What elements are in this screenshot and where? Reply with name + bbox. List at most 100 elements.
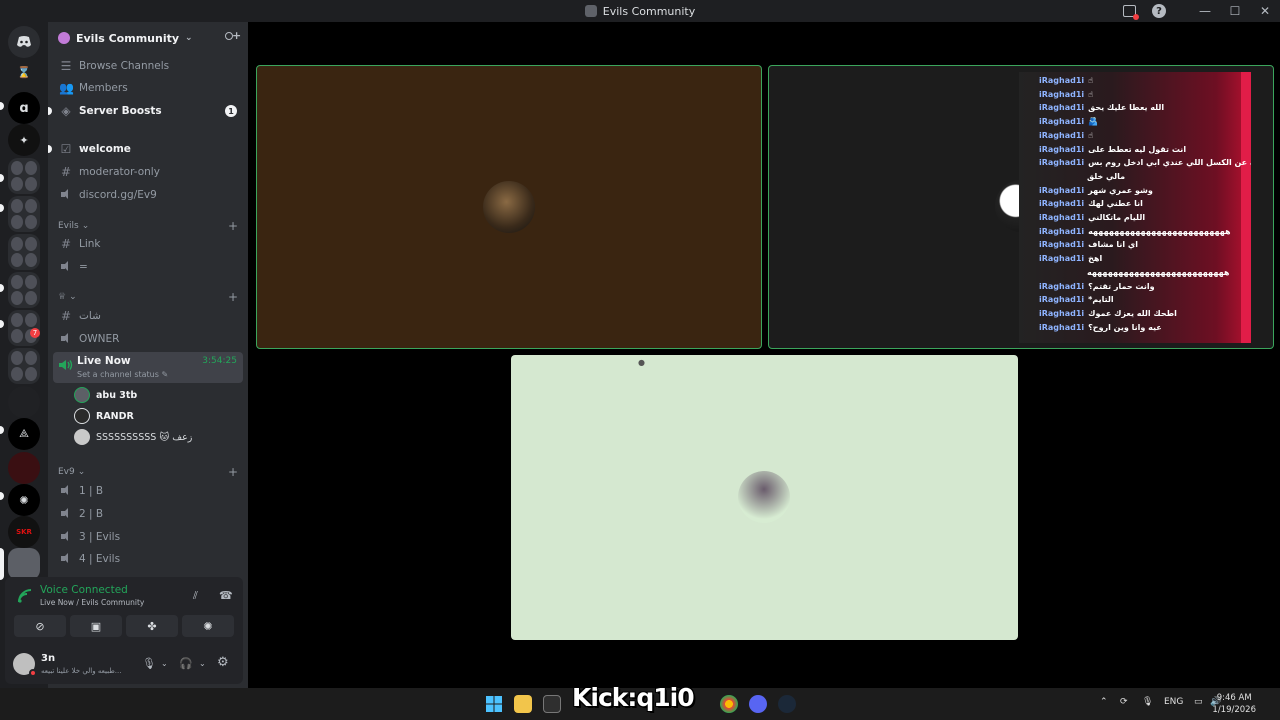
channel-live-now[interactable]: Live Now 3:54:25 Set a channel status ✎ — [53, 352, 243, 383]
headphones-icon[interactable]: 🎧 — [179, 657, 193, 670]
server-icon-2[interactable]: ✦ — [8, 124, 40, 156]
chat-username: iRaghad1i — [1039, 199, 1085, 209]
chat-username: iRaghad1i — [1039, 158, 1085, 168]
channel-moderator-only[interactable]: # moderator-only — [53, 162, 243, 182]
channel-2-b[interactable]: 2 | B — [53, 504, 243, 524]
chat-message: iRaghad1i *التايم — [1019, 293, 1241, 306]
chat-message: iRaghad1i الليام ماتكالني — [1019, 211, 1241, 224]
chrome-icon[interactable] — [720, 695, 738, 713]
disconnect-icon[interactable]: ☎ — [219, 589, 233, 602]
file-explorer-icon[interactable] — [514, 695, 532, 713]
channel-4-evils[interactable]: 4 | Evils — [53, 549, 243, 569]
server-icon-3[interactable] — [8, 386, 40, 418]
activities-icon: ✤ — [147, 619, 157, 633]
minimize-button[interactable]: — — [1190, 0, 1220, 22]
sync-icon[interactable]: ⟳ — [1120, 697, 1128, 707]
participant-tile[interactable]: ● — [511, 355, 1018, 640]
chevron-up-icon[interactable]: ⌃ — [1100, 697, 1108, 707]
channel-link[interactable]: # Link — [53, 234, 243, 254]
server-icon-1[interactable]: ɑ — [8, 92, 40, 124]
participant-tile[interactable] — [256, 65, 762, 349]
server-icon-7[interactable]: SKR — [8, 516, 40, 548]
microphone-tray-icon[interactable]: 🎙 — [1142, 697, 1153, 707]
chevron-down-icon[interactable]: ⌄ — [161, 659, 168, 668]
windows-start-icon[interactable] — [485, 695, 503, 713]
chat-text: انا عطني لهك — [1088, 199, 1143, 209]
channel-3-evils[interactable]: 3 | Evils — [53, 527, 243, 547]
server-header[interactable]: Evils Community ⌄ — [48, 22, 248, 54]
speaker-icon — [59, 507, 73, 522]
category-evils[interactable]: Evils ⌄ + — [58, 219, 238, 233]
avatar — [74, 408, 90, 424]
category-ev9[interactable]: Ev9 ⌄ + — [58, 465, 238, 479]
channel-owner[interactable]: OWNER — [53, 329, 243, 349]
channel-1-b[interactable]: 1 | B — [53, 481, 243, 501]
chat-username: iRaghad1i — [1039, 117, 1085, 127]
voice-connected-subtitle[interactable]: Live Now / Evils Community — [40, 598, 144, 607]
noise-suppression-icon[interactable]: ⫽ — [193, 589, 198, 603]
microphone-icon[interactable]: 🎙 — [142, 657, 156, 670]
close-button[interactable]: ✕ — [1250, 0, 1280, 22]
hourglass-icon[interactable]: ⌛ — [8, 56, 40, 88]
voice-user[interactable]: abu 3tb — [74, 386, 137, 404]
stream-tile[interactable]: iRaghad1i ☝ iRaghad1i ☝ iRaghad1i الله يعطا ع… — [768, 65, 1274, 349]
chat-text: ☝ — [1088, 130, 1094, 140]
screen-share-button[interactable]: ▣ — [70, 615, 122, 637]
category-label: Ev9 — [58, 467, 75, 477]
soundboard-button[interactable]: ✺ — [182, 615, 234, 637]
channel-welcome[interactable]: ☑ welcome — [48, 139, 243, 159]
chat-username: iRaghad1i — [1039, 226, 1085, 236]
add-channel-icon[interactable]: + — [228, 465, 238, 479]
chevron-down-icon: ⌄ — [81, 221, 90, 231]
chat-username: iRaghad1i — [1039, 130, 1085, 140]
server-folder-2[interactable] — [8, 196, 40, 232]
signal-icon[interactable] — [17, 588, 33, 604]
channel-status-prompt[interactable]: Set a channel status ✎ — [77, 370, 168, 379]
server-boosts-item[interactable]: ◈ Server Boosts 1 — [48, 101, 243, 121]
server-icon-4[interactable]: ⟁ — [8, 418, 40, 450]
steam-icon[interactable] — [778, 695, 796, 713]
voice-connected-title[interactable]: Voice Connected — [40, 584, 128, 596]
chat-text: ههههههههههههههههههههههههههه — [1088, 226, 1231, 236]
invite-people-icon[interactable] — [224, 29, 241, 45]
discord-taskbar-icon[interactable] — [749, 695, 767, 713]
user-name[interactable]: 3n — [41, 653, 55, 664]
chat-username: iRaghad1i — [1039, 254, 1085, 264]
server-folder-6[interactable] — [8, 348, 40, 384]
server-folder-3[interactable] — [8, 234, 40, 270]
category-crown[interactable]: ♕ ⌄ + — [58, 290, 238, 304]
window-controls: ? — ☐ ✕ — [1114, 0, 1280, 22]
chat-text: اهخ — [1088, 254, 1103, 264]
channel-equals[interactable]: = — [53, 257, 243, 277]
camera-button[interactable]: ⊘ — [14, 615, 66, 637]
language-indicator[interactable]: ENG — [1164, 697, 1183, 707]
inbox-button[interactable] — [1114, 0, 1144, 22]
voice-user[interactable]: RANDR — [74, 407, 134, 425]
server-icon-evils-community[interactable] — [8, 548, 40, 580]
add-channel-icon[interactable]: + — [228, 290, 238, 304]
help-button[interactable]: ? — [1144, 0, 1174, 22]
voice-user[interactable]: SSSSSSSSSS 🐱 زعف — [74, 428, 192, 446]
network-icon[interactable]: ▭ — [1194, 697, 1203, 707]
store-icon[interactable] — [543, 695, 561, 713]
rules-icon: ☑ — [60, 142, 72, 156]
home-button[interactable] — [8, 26, 40, 58]
maximize-button[interactable]: ☐ — [1220, 0, 1250, 22]
browse-channels-item[interactable]: ☰ Browse Channels — [53, 56, 243, 76]
server-folder-1[interactable] — [8, 158, 40, 194]
chevron-down-icon[interactable]: ⌄ — [199, 659, 206, 668]
server-folder-4[interactable] — [8, 272, 40, 308]
channel-discord-invite[interactable]: discord.gg/Ev9 — [53, 185, 243, 205]
screen-share-icon: ▣ — [90, 619, 102, 633]
members-item[interactable]: 👥 Members — [53, 78, 243, 98]
settings-gear-icon[interactable]: ⚙ — [217, 655, 229, 670]
system-clock[interactable]: 9:46 AM 1/19/2026 — [1212, 692, 1256, 716]
add-channel-icon[interactable]: + — [228, 219, 238, 233]
activities-button[interactable]: ✤ — [126, 615, 178, 637]
server-icon-6[interactable]: ✺ — [8, 484, 40, 516]
hash-icon: # — [60, 165, 72, 179]
chevron-down-icon: ⌄ — [77, 467, 86, 477]
channel-chat[interactable]: # شات — [53, 306, 243, 326]
chat-text: مالي خلق — [1087, 171, 1126, 181]
server-icon-5[interactable] — [8, 452, 40, 484]
